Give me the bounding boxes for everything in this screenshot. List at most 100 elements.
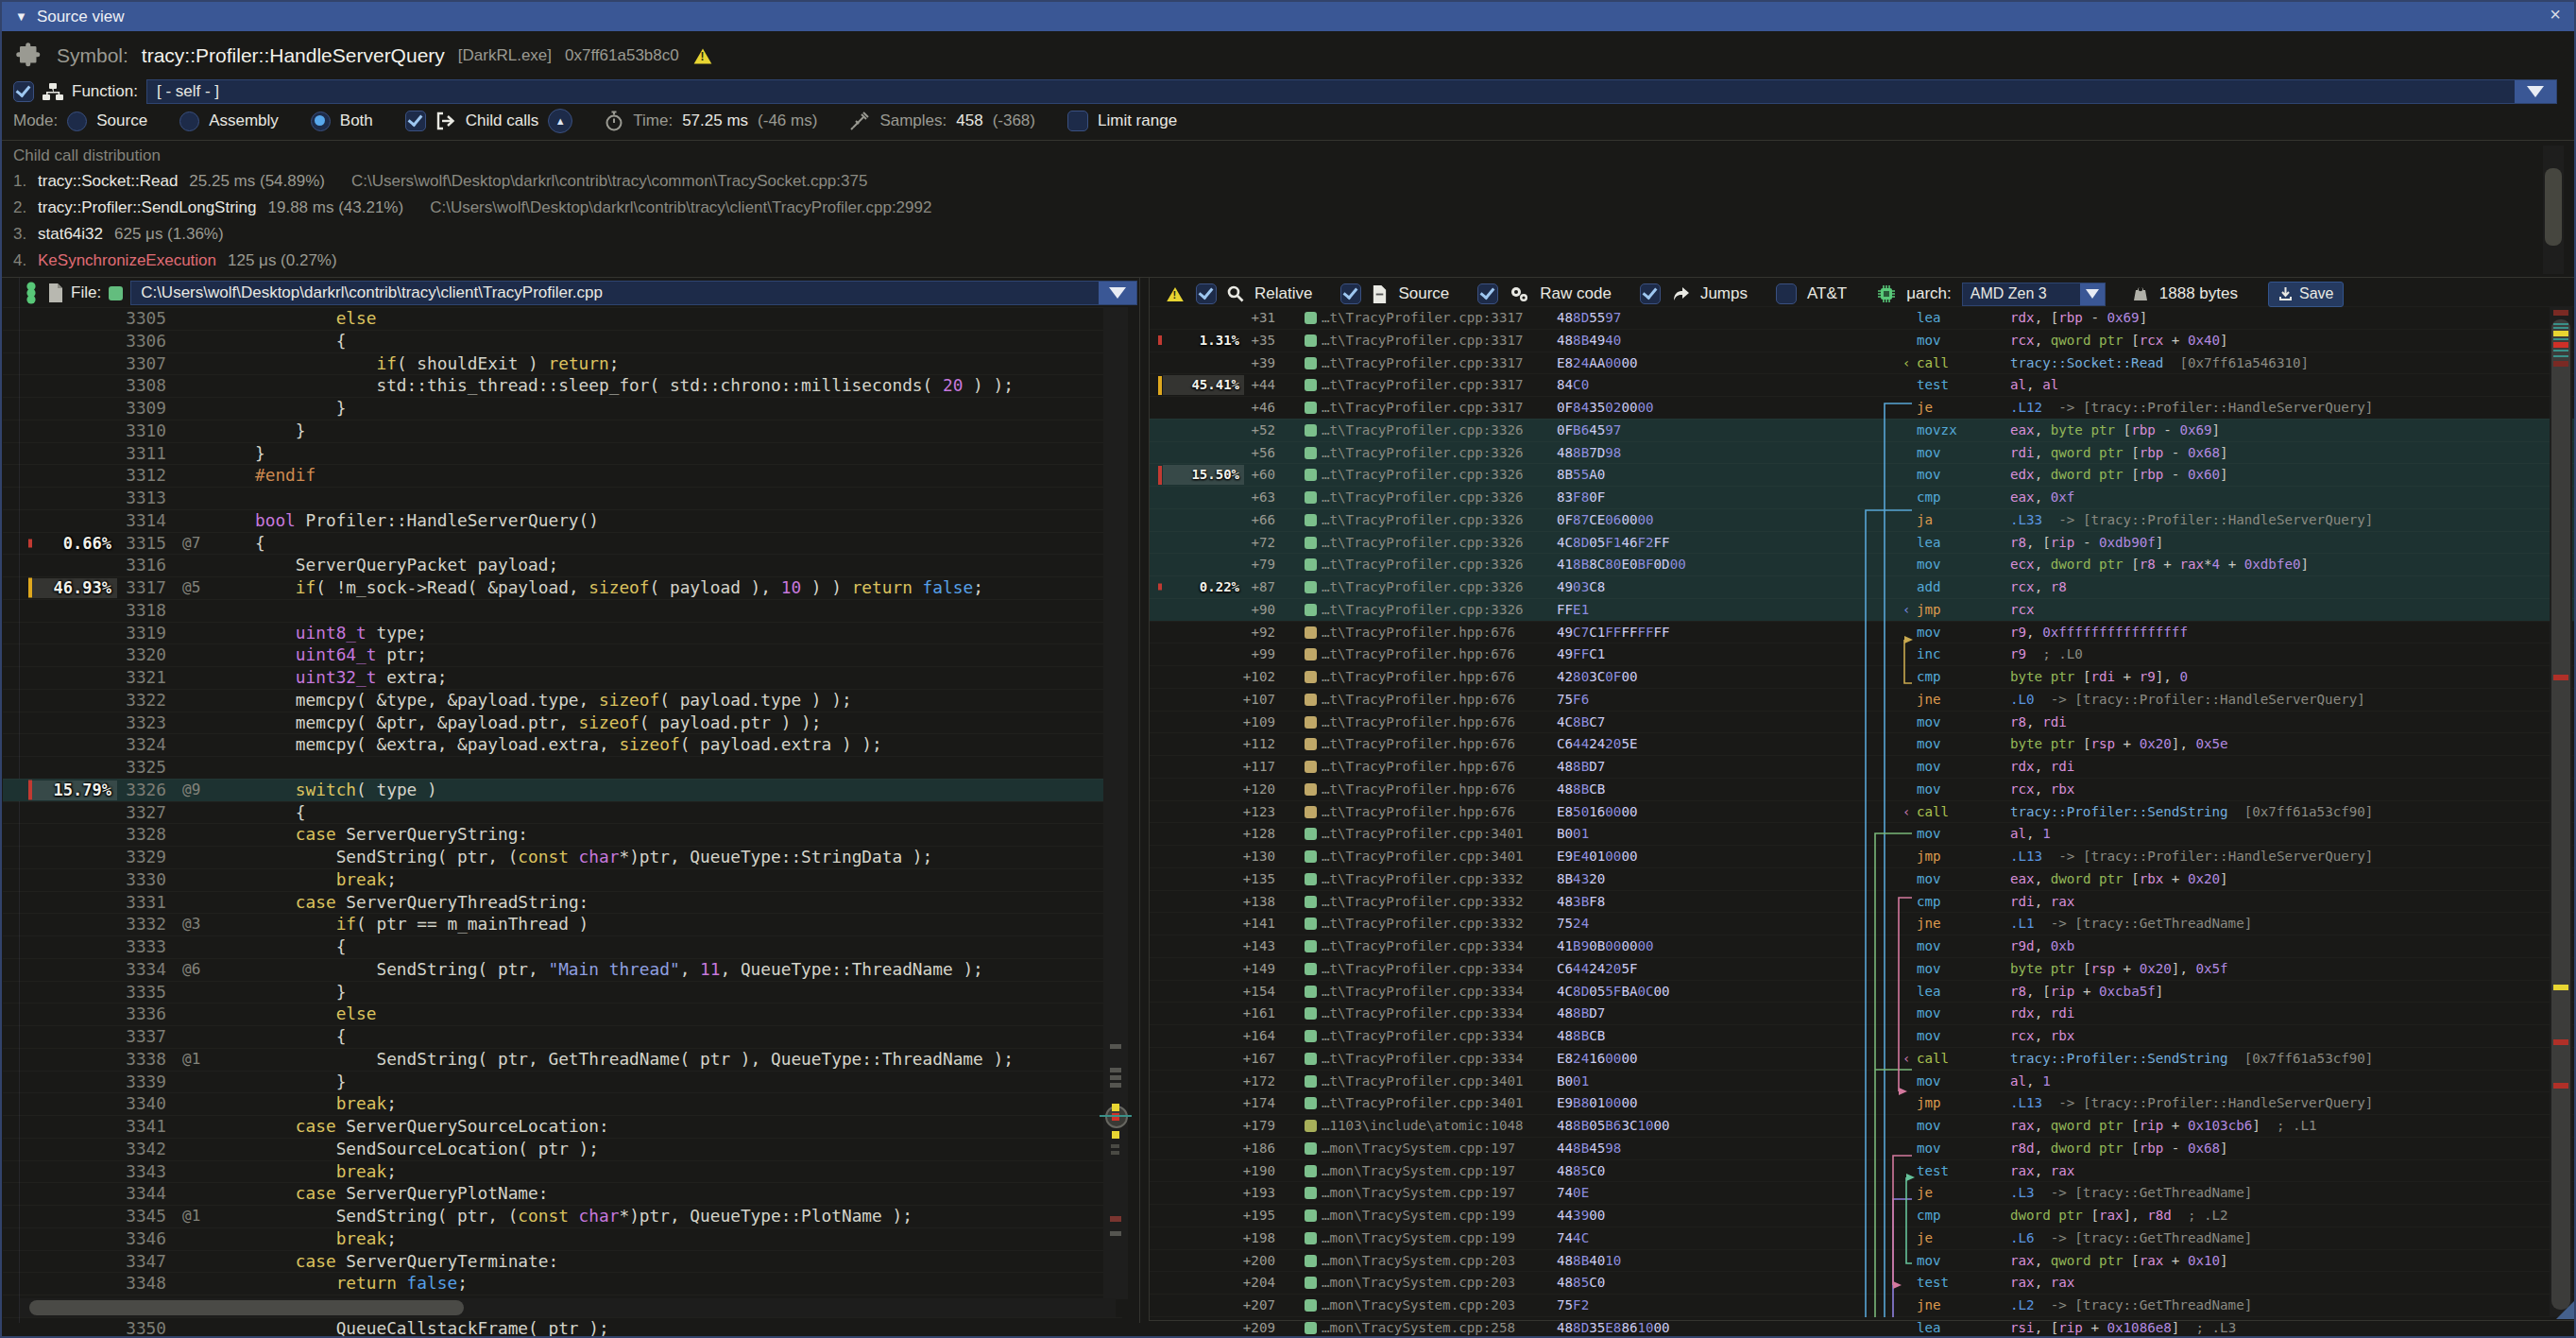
source-line[interactable]: 3310 }	[3, 420, 1122, 442]
limit-range-checkbox[interactable]	[1067, 111, 1088, 131]
source-line[interactable]: 3329 SendString( ptr, (const char*)ptr, …	[3, 846, 1122, 868]
source-line[interactable]: 3330 break;	[3, 868, 1122, 891]
assembly-row[interactable]: +179…1103\include\atomic:1048488B05B63C1…	[1150, 1114, 2574, 1137]
assembly-row[interactable]: +198…mon\TracySystem.cpp:199744Cje.L6 ->…	[1150, 1226, 2574, 1249]
function-combo[interactable]: [ - self - ]	[146, 79, 2557, 104]
source-line[interactable]: 3333 {	[3, 935, 1122, 958]
assembly-row[interactable]: +207…mon\TracySystem.cpp:20375F2jne.L2 -…	[1150, 1294, 2574, 1316]
assembly-row[interactable]: +90…t\TracyProfiler.cpp:3326FFE1‹jmprcx	[1150, 598, 2574, 621]
source-minimap[interactable]	[1103, 307, 1128, 1299]
source-line[interactable]: 3324 memcpy( &extra, &payload.extra, siz…	[3, 733, 1122, 756]
source-line[interactable]: 3344 case ServerQueryPlotName:	[3, 1182, 1122, 1205]
assembly-row[interactable]: +209…mon\TracySystem.cpp:258488D35E88610…	[1150, 1316, 2574, 1338]
assembly-row[interactable]: +92…t\TracyProfiler.hpp:67649C7C1FFFFFFF…	[1150, 621, 2574, 643]
assembly-row[interactable]: +99…t\TracyProfiler.hpp:67649FFC1incr9 ;…	[1150, 643, 2574, 665]
save-button[interactable]: Save	[2268, 282, 2344, 307]
assembly-row[interactable]: +200…mon\TracySystem.cpp:203488B4010movr…	[1150, 1249, 2574, 1272]
assembly-row[interactable]: 45.41%+44…t\TracyProfiler.cpp:331784C0te…	[1150, 373, 2574, 396]
source-line[interactable]: 3305 else	[3, 307, 1122, 330]
child-call-item[interactable]: 4.KeSynchronizeExecution125 μs (0.27%)	[13, 248, 931, 274]
assembly-row[interactable]: +138…t\TracyProfiler.cpp:3332483BF8cmprd…	[1150, 890, 2574, 913]
source-line[interactable]: 3316 ServerQueryPacket payload;	[3, 554, 1122, 576]
assembly-row[interactable]: +154…t\TracyProfiler.cpp:33344C8D055FBA0…	[1150, 980, 2574, 1003]
assembly-row[interactable]: +167…t\TracyProfiler.cpp:3334E824160000‹…	[1150, 1047, 2574, 1070]
assembly-row[interactable]: +193…mon\TracySystem.cpp:197740Eje.L3 ->…	[1150, 1181, 2574, 1204]
assembly-row[interactable]: +46…t\TracyProfiler.cpp:33170F8435020000…	[1150, 396, 2574, 419]
uarch-combo-arrow[interactable]	[2080, 283, 2105, 305]
assembly-row[interactable]: +135…t\TracyProfiler.cpp:33328B4320movea…	[1150, 867, 2574, 890]
source-line[interactable]: 3343 break;	[3, 1160, 1122, 1183]
source-line[interactable]: 3332@3 if( ptr == m_mainThread )	[3, 913, 1122, 935]
source-line[interactable]: 3312#endif	[3, 464, 1122, 487]
source-line[interactable]: 3313	[3, 487, 1122, 509]
assembly-row[interactable]: +56…t\TracyProfiler.cpp:3326488B7D98movr…	[1150, 441, 2574, 464]
assembly-row[interactable]: +130…t\TracyProfiler.cpp:3401E9E4010000j…	[1150, 845, 2574, 867]
source-line[interactable]: 3342 SendSourceLocation( ptr );	[3, 1138, 1122, 1160]
assembly-row[interactable]: +63…t\TracyProfiler.cpp:332683F80Fcmpeax…	[1150, 486, 2574, 508]
source-line[interactable]: 3328 case ServerQueryString:	[3, 823, 1122, 846]
assembly-row[interactable]: +120…t\TracyProfiler.hpp:676488BCBmovrcx…	[1150, 778, 2574, 800]
source-line[interactable]: 3339 }	[3, 1071, 1122, 1093]
assembly-row[interactable]: +66…t\TracyProfiler.cpp:33260F87CE060000…	[1150, 508, 2574, 531]
collapse-icon[interactable]: ▼	[15, 9, 27, 24]
assembly-row[interactable]: +79…t\TracyProfiler.cpp:3326418B8C80E0BF…	[1150, 553, 2574, 575]
file-combo[interactable]: C:\Users\wolf\Desktop\darkrl\contrib\tra…	[130, 281, 1137, 305]
assembly-row[interactable]: +195…mon\TracySystem.cpp:199443900cmpdwo…	[1150, 1204, 2574, 1226]
source-line[interactable]: 3340 break;	[3, 1092, 1122, 1115]
assembly-row[interactable]: +112…t\TracyProfiler.hpp:676C64424205Emo…	[1150, 732, 2574, 755]
source-line[interactable]: 3345@1 SendString( ptr, (const char*)ptr…	[3, 1205, 1122, 1227]
assembly-row[interactable]: +186…mon\TracySystem.cpp:197448B4598movr…	[1150, 1137, 2574, 1159]
source-line[interactable]: 3307 if( shouldExit ) return;	[3, 352, 1122, 375]
relative-checkbox[interactable]	[1196, 283, 1217, 304]
child-calls-checkbox[interactable]	[405, 111, 426, 131]
assembly-row[interactable]: +164…t\TracyProfiler.cpp:3334488BCBmovrc…	[1150, 1024, 2574, 1047]
assembly-row[interactable]: +128…t\TracyProfiler.cpp:3401B001moval, …	[1150, 822, 2574, 845]
resize-grip[interactable]	[2556, 1300, 2575, 1319]
radio-both[interactable]	[311, 112, 331, 131]
source-line[interactable]: 46.93%3317@5 if( !m_sock->Read( &payload…	[3, 576, 1122, 599]
assembly-row[interactable]: +117…t\TracyProfiler.hpp:676488BD7movrdx…	[1150, 755, 2574, 778]
source-line[interactable]: 3341 case ServerQuerySourceLocation:	[3, 1115, 1122, 1138]
source-line[interactable]: 3314bool Profiler::HandleServerQuery()	[3, 509, 1122, 532]
radio-assembly[interactable]	[179, 112, 199, 131]
assembly-row[interactable]: +109…t\TracyProfiler.hpp:6764C8BC7movr8,…	[1150, 711, 2574, 733]
assembly-scrollbar[interactable]	[2550, 306, 2572, 1317]
source-line[interactable]: 3322 memcpy( &type, &payload.type, sizeo…	[3, 689, 1122, 712]
source-line[interactable]: 3334@6 SendString( ptr, "Main thread", 1…	[3, 958, 1122, 981]
source-line[interactable]: 15.79%3326@9 switch( type )	[3, 779, 1122, 801]
att-checkbox[interactable]	[1776, 283, 1797, 304]
assembly-row[interactable]: +107…t\TracyProfiler.hpp:67675F6jne.L0 -…	[1150, 688, 2574, 711]
assembly-row[interactable]: +204…mon\TracySystem.cpp:2034885C0testra…	[1150, 1271, 2574, 1294]
assembly-row[interactable]: +102…t\TracyProfiler.hpp:67642803C0F00cm…	[1150, 665, 2574, 688]
source-line[interactable]: 3318	[3, 599, 1122, 622]
source-line[interactable]: 3327 {	[3, 801, 1122, 824]
assembly-row[interactable]: +72…t\TracyProfiler.cpp:33264C8D05F146F2…	[1150, 531, 2574, 554]
source-line[interactable]: 3321 uint32_t extra;	[3, 666, 1122, 689]
source-line[interactable]: 3348 return false;	[3, 1272, 1122, 1295]
raw-code-checkbox[interactable]	[1477, 283, 1498, 304]
source-line[interactable]: 3347 case ServerQueryTerminate:	[3, 1250, 1122, 1273]
assembly-row[interactable]: +172…t\TracyProfiler.cpp:3401B001moval, …	[1150, 1070, 2574, 1092]
child-call-item[interactable]: 1.tracy::Socket::Read25.25 ms (54.89%)C:…	[13, 168, 931, 195]
file-combo-arrow[interactable]	[1099, 282, 1136, 304]
source-checkbox[interactable]	[1340, 283, 1361, 304]
assembly-row[interactable]: +31…t\TracyProfiler.cpp:3317488D5597lear…	[1150, 306, 2574, 329]
source-line[interactable]: 3311}	[3, 442, 1122, 465]
function-combo-arrow[interactable]	[2515, 80, 2556, 103]
child-call-item[interactable]: 3.stat64i32625 μs (1.36%)	[13, 221, 931, 248]
assembly-row[interactable]: 1.31%+35…t\TracyProfiler.cpp:3317488B494…	[1150, 329, 2574, 352]
assembly-row[interactable]: +141…t\TracyProfiler.cpp:33327524jne.L1 …	[1150, 912, 2574, 935]
assembly-row[interactable]: +190…mon\TracySystem.cpp:1974885C0testra…	[1150, 1159, 2574, 1182]
source-line[interactable]: 3306 {	[3, 330, 1122, 352]
source-line[interactable]: 3338@1 SendString( ptr, GetThreadName( p…	[3, 1048, 1122, 1071]
source-line[interactable]: 3337 {	[3, 1025, 1122, 1048]
source-line[interactable]: 3331 case ServerQueryThreadString:	[3, 891, 1122, 914]
assembly-row[interactable]: +174…t\TracyProfiler.cpp:3401E9B8010000j…	[1150, 1091, 2574, 1114]
function-checkbox[interactable]	[13, 81, 34, 102]
assembly-row[interactable]: +52…t\TracyProfiler.cpp:33260FB64597movz…	[1150, 419, 2574, 441]
assembly-row[interactable]: +123…t\TracyProfiler.hpp:676E850160000‹c…	[1150, 800, 2574, 823]
source-line[interactable]: 3308 std::this_thread::sleep_for( std::c…	[3, 374, 1122, 397]
source-line[interactable]: 3350 QueueCallstackFrame( ptr );	[3, 1317, 1122, 1338]
expand-up-button[interactable]: ▲	[548, 109, 572, 133]
source-hscrollbar[interactable]	[20, 1298, 1116, 1317]
